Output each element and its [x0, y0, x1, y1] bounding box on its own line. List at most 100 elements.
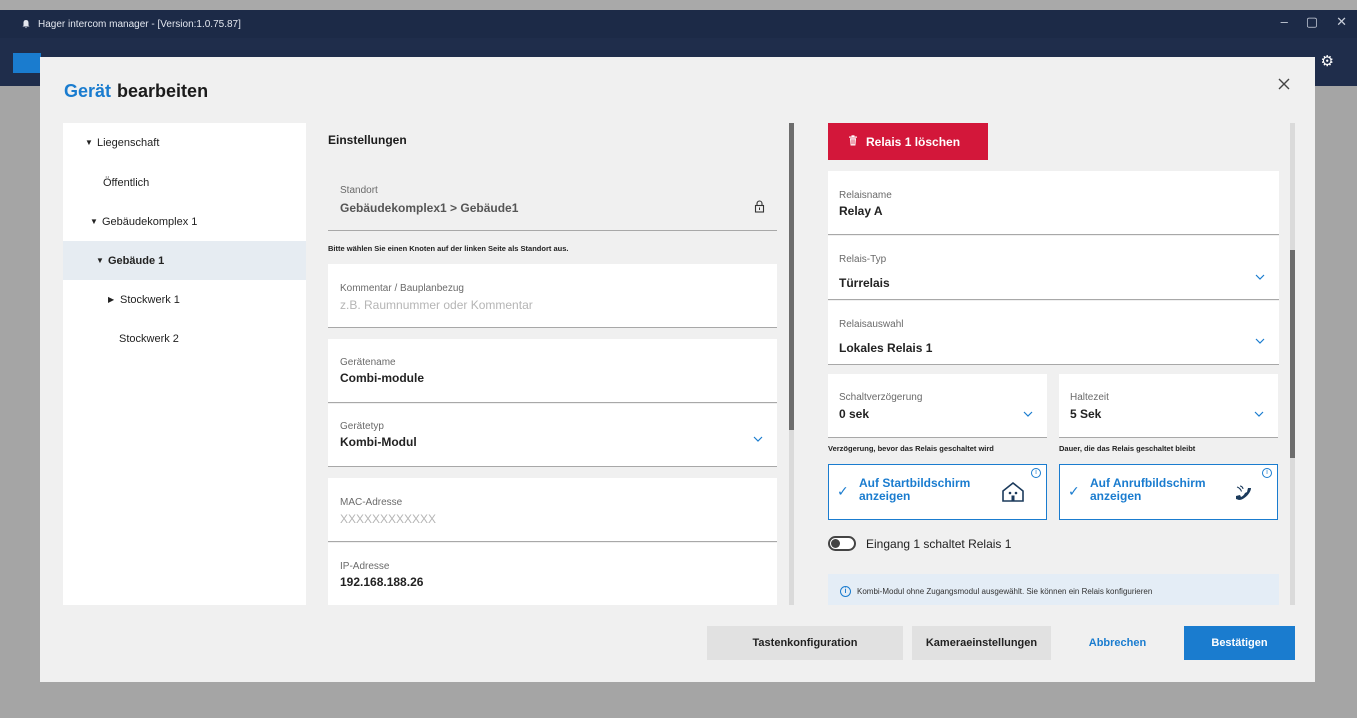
switch-delay-label: Schaltverzögerung [839, 392, 923, 403]
info-icon[interactable]: i [1031, 468, 1041, 478]
standort-label: Standort [340, 185, 378, 196]
toggle-knob [831, 539, 840, 548]
kommentar-label: Kommentar / Bauplanbezug [340, 283, 464, 294]
tree-item-label: Stockwerk 1 [120, 293, 180, 306]
gear-icon[interactable]: ⚙ [1321, 52, 1334, 70]
relay-selection-select[interactable]: Relaisauswahl Lokales Relais 1 [828, 301, 1279, 365]
confirm-button[interactable]: Bestätigen [1184, 626, 1295, 660]
relay-type-label: Relais-Typ [839, 254, 887, 265]
input-relay-toggle[interactable] [828, 536, 856, 551]
geraetename-label: Gerätename [340, 357, 396, 368]
relay-name-label: Relaisname [839, 190, 892, 201]
window-title: Hager intercom manager - [Version:1.0.75… [38, 18, 241, 30]
delete-relay-button[interactable]: Relais 1 löschen [828, 123, 988, 160]
caret-right-icon: ▶ [108, 295, 115, 304]
standort-hint: Bitte wählen Sie einen Knoten auf der li… [328, 244, 569, 253]
delete-relay-label: Relais 1 löschen [866, 134, 961, 149]
edit-device-dialog: Gerät bearbeiten ▼ Liegenschaft Öffentlic… [40, 57, 1315, 682]
dialog-header: Gerät bearbeiten [40, 57, 1315, 123]
hold-time-value: 5 Sek [1070, 407, 1102, 421]
input-switch-row: Eingang 1 schaltet Relais 1 [828, 536, 1011, 551]
window-titlebar: Hager intercom manager - [Version:1.0.75… [0, 10, 1357, 38]
relay-name-field[interactable]: Relaisname Relay A [828, 171, 1279, 235]
show-on-call-card[interactable]: ✓ Auf Anrufbildschirm anzeigen i [1059, 464, 1278, 520]
cancel-button[interactable]: Abbrechen [1070, 626, 1165, 660]
nav-accent[interactable] [13, 53, 41, 73]
show-on-home-label: Auf Startbildschirm anzeigen [859, 476, 971, 503]
switch-delay-select[interactable]: Schaltverzögerung 0 sek [828, 374, 1047, 438]
geraetetyp-value: Kombi-Modul [340, 435, 417, 449]
hold-time-label: Haltezeit [1070, 392, 1109, 403]
tree-item-gebaeudekomplex[interactable]: ▼ Gebäudekomplex 1 [63, 202, 306, 241]
tree-item-stockwerk-2[interactable]: Stockwerk 2 [63, 319, 306, 358]
info-icon[interactable]: i [1262, 468, 1272, 478]
standort-value: Gebäudekomplex1 > Gebäude1 [340, 201, 519, 215]
minimize-button[interactable]: – [1281, 14, 1288, 30]
scrollbar-thumb[interactable] [789, 123, 794, 430]
check-icon: ✓ [837, 483, 849, 499]
kommentar-field[interactable]: Kommentar / Bauplanbezug z.B. Raumnummer… [328, 264, 777, 328]
mac-field[interactable]: MAC-Adresse XXXXXXXXXXXX [328, 478, 777, 542]
geraetename-field[interactable]: Gerätename Combi-module [328, 339, 777, 403]
chevron-down-icon [1255, 336, 1265, 347]
scrollbar-thumb[interactable] [1290, 250, 1295, 458]
location-tree: ▼ Liegenschaft Öffentlich ▼ Gebäudekompl… [63, 123, 306, 605]
caret-down-icon: ▼ [85, 138, 93, 147]
relay-name-input[interactable]: Relay A [839, 204, 883, 218]
kommentar-input[interactable]: z.B. Raumnummer oder Kommentar [340, 298, 533, 312]
info-banner-text: Kombi-Modul ohne Zugangsmodul ausgewählt… [857, 586, 1153, 596]
chevron-down-icon [1254, 409, 1264, 420]
info-banner: i Kombi-Modul ohne Zugangsmodul ausgewäh… [828, 574, 1279, 605]
ip-input[interactable]: 192.168.188.26 [340, 575, 423, 589]
settings-panel: Einstellungen Standort Gebäudekomplex1 >… [328, 123, 778, 605]
geraetename-input[interactable]: Combi-module [340, 371, 424, 385]
standort-field: Standort Gebäudekomplex1 > Gebäude1 [328, 169, 777, 231]
key-config-button[interactable]: Tastenkonfiguration [707, 626, 903, 660]
caret-down-icon: ▼ [96, 256, 104, 265]
ip-label: IP-Adresse [340, 561, 390, 572]
geraetetyp-select[interactable]: Gerätetyp Kombi-Modul [328, 404, 777, 467]
relay-panel: Relais 1 löschen Relaisname Relay A Rela… [828, 123, 1280, 605]
relay-scrollbar[interactable] [1290, 123, 1295, 605]
switch-delay-hint: Verzögerung, bevor das Relais geschaltet… [828, 444, 994, 453]
tree-item-label: Öffentlich [103, 176, 150, 189]
bell-icon [20, 18, 32, 30]
tree-item-gebaeude[interactable]: ▼ Gebäude 1 [63, 241, 306, 280]
close-window-button[interactable]: ✕ [1336, 14, 1347, 30]
chevron-down-icon [1255, 272, 1265, 283]
check-icon: ✓ [1068, 483, 1080, 499]
lock-icon [754, 200, 765, 218]
switch-delay-value: 0 sek [839, 407, 870, 421]
tree-item-label: Stockwerk 2 [119, 332, 179, 345]
relay-type-value: Türrelais [839, 276, 890, 290]
dialog-title-primary: Gerät [64, 81, 112, 101]
ip-field[interactable]: IP-Adresse 192.168.188.26 [328, 543, 777, 605]
hold-time-select[interactable]: Haltezeit 5 Sek [1059, 374, 1278, 438]
section-title: Einstellungen [328, 133, 407, 147]
tree-item-liegenschaft[interactable]: ▼ Liegenschaft [63, 123, 306, 162]
relay-selection-value: Lokales Relais 1 [839, 341, 933, 355]
tree-item-label: Gebäude 1 [108, 254, 165, 267]
trash-icon [848, 134, 858, 149]
show-on-home-card[interactable]: ✓ Auf Startbildschirm anzeigen i [828, 464, 1047, 520]
tree-item-label: Liegenschaft [97, 136, 160, 149]
show-on-call-label: Auf Anrufbildschirm anzeigen [1090, 476, 1206, 503]
home-icon [1001, 480, 1025, 509]
camera-settings-button[interactable]: Kameraeinstellungen [912, 626, 1051, 660]
input-relay-label: Eingang 1 schaltet Relais 1 [866, 536, 1012, 551]
phone-ringing-icon [1234, 483, 1256, 508]
mac-label: MAC-Adresse [340, 497, 403, 508]
mac-input[interactable]: XXXXXXXXXXXX [340, 512, 436, 526]
maximize-button[interactable]: ▢ [1306, 14, 1318, 30]
tree-item-stockwerk-1[interactable]: ▶ Stockwerk 1 [63, 280, 306, 319]
relay-type-select[interactable]: Relais-Typ Türrelais [828, 236, 1279, 300]
info-icon: i [840, 585, 851, 597]
geraetetyp-label: Gerätetyp [340, 421, 384, 432]
chevron-down-icon [753, 434, 763, 445]
settings-scrollbar[interactable] [789, 123, 794, 605]
dialog-title: Gerät bearbeiten [64, 81, 208, 102]
tree-item-oeffentlich[interactable]: Öffentlich [63, 163, 306, 202]
close-icon[interactable] [1277, 77, 1297, 97]
chevron-down-icon [1023, 409, 1033, 420]
hold-time-hint: Dauer, die das Relais geschaltet bleibt [1059, 444, 1196, 453]
